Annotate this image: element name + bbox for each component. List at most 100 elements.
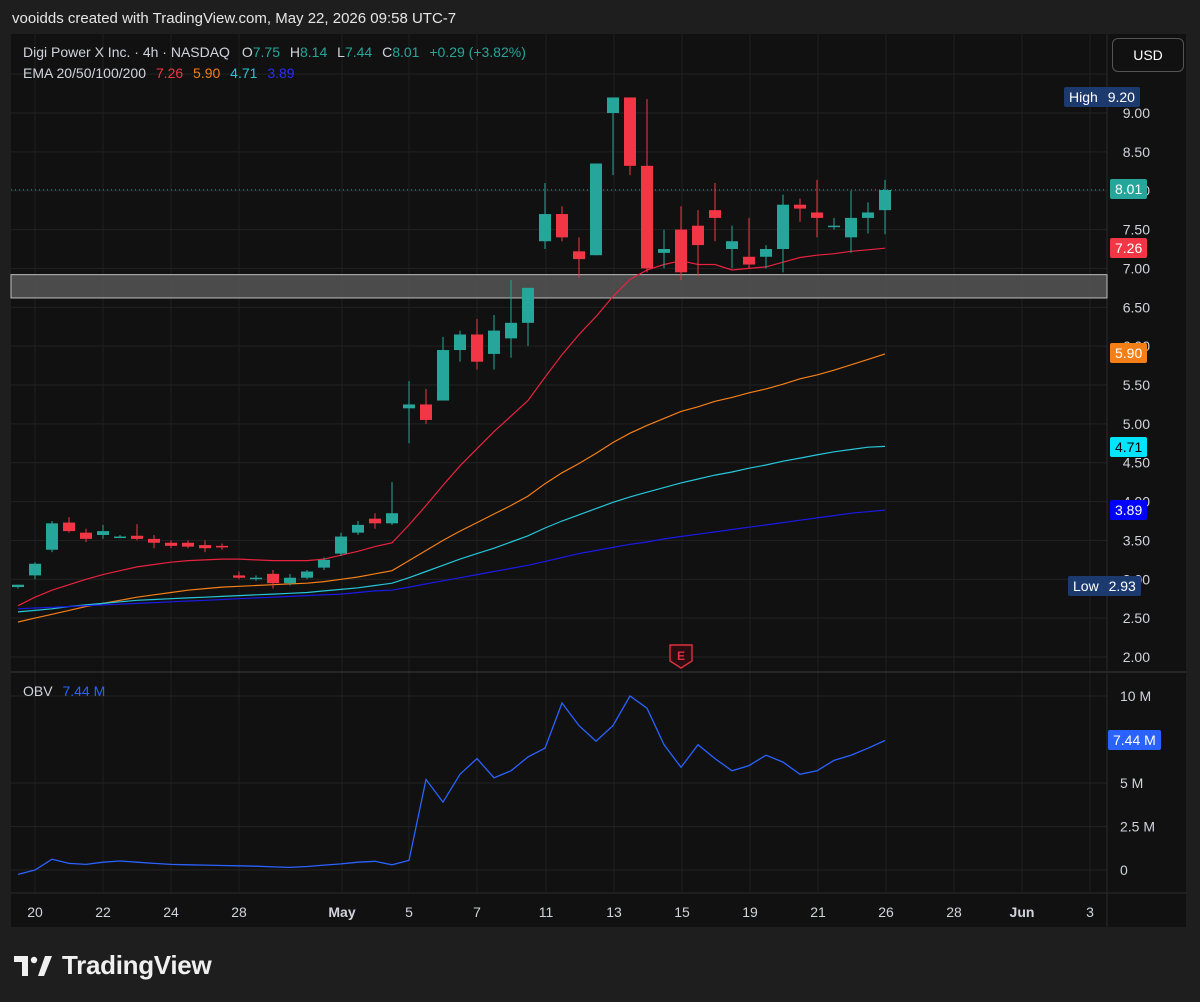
candle-body [114,536,126,539]
ema20-value: 7.26 [155,65,184,81]
ema200-tag: 3.89 [1110,500,1148,520]
candle-body [63,522,75,532]
candle-body [80,532,92,539]
ema-legend[interactable]: EMA 20/50/100/200 7.26 5.90 4.71 3.89 [23,65,295,81]
earnings-marker[interactable]: E [669,644,693,669]
time-axis-label: Jun [1010,904,1035,920]
candle-body [437,350,449,401]
candle-body [216,545,228,548]
time-axis-label: 21 [810,904,826,920]
candle-body [352,524,364,533]
chart-canvas[interactable]: 2.002.503.003.504.004.505.005.506.006.50… [0,0,1200,1002]
support-zone [10,274,1108,299]
price-axis-label: 2.50 [1123,610,1150,626]
price-axis-label: 2.00 [1123,649,1150,665]
high-label: H [289,44,300,60]
last-price-tag: 8.01 [1110,179,1148,199]
ema200-value: 3.89 [267,65,295,81]
open-value: 7.75 [252,44,280,60]
obv-axis-label: 5 M [1120,775,1143,791]
candle-body [97,531,109,535]
tradingview-logo[interactable]: TradingView [14,950,212,981]
symbol-legend[interactable]: Digi Power X Inc. · 4h · NASDAQ O7.75 H8… [23,44,526,60]
candle-body [726,241,738,249]
high-tag-label: High [1069,89,1098,105]
candle-body [403,404,415,409]
low-tag-label: Low [1073,578,1099,594]
candle-body [675,229,687,273]
ema-label[interactable]: EMA 20/50/100/200 [23,65,146,81]
candle-body [471,334,483,362]
low-tag-value: 2.93 [1108,578,1136,594]
candle-body [522,287,534,323]
candle-body [369,518,381,524]
time-axis-label: 11 [539,904,554,920]
candle-body [692,225,704,246]
candle-body [811,212,823,218]
candle-body [165,542,177,546]
candle-body [318,559,330,568]
ema-line-ema20 [17,247,886,607]
price-axis-label: 5.50 [1123,377,1150,393]
candle-body [828,225,840,228]
price-axis-label: 7.00 [1123,260,1150,276]
candle-body [607,97,619,113]
candle-body [131,535,143,539]
ema100-value: 4.71 [230,65,258,81]
price-axis-label: 8.50 [1123,144,1150,160]
candle-body [743,256,755,265]
low-value: 7.44 [344,44,373,60]
candle-body [556,214,568,238]
high-tag-value: 9.20 [1107,89,1135,105]
candle-body [267,573,279,584]
candle-body [182,542,194,547]
candle-body [420,404,432,420]
time-axis-label: 3 [1086,904,1094,920]
candle-body [46,523,58,550]
candle-body [539,214,551,242]
high-value: 8.14 [300,44,328,60]
low-price-tag: Low 2.93 [1068,576,1141,596]
price-axis-label: 9.00 [1123,105,1150,121]
time-axis-label: 28 [946,904,962,920]
obv-axis-label: 10 M [1120,688,1151,704]
ema50-value: 5.90 [193,65,221,81]
ema100-tag: 4.71 [1110,437,1148,457]
earnings-marker-label: E [677,649,685,663]
candle-body [505,322,517,339]
candle-body [777,204,789,249]
candle-body [29,563,41,576]
time-axis-label: 7 [473,904,481,920]
price-axis-label: 4.50 [1123,455,1150,471]
currency-button[interactable]: USD [1112,38,1184,72]
price-axis-label: 3.50 [1123,532,1150,548]
obv-legend[interactable]: OBV 7.44 M [23,683,105,699]
time-axis-label: 22 [95,904,111,920]
time-axis-label: May [328,904,355,920]
close-label: C [382,44,393,60]
change-value: +0.29 (+3.82%) [429,44,526,60]
tradingview-logo-icon [14,955,52,976]
time-axis-label: 24 [163,904,179,920]
time-axis-label: 20 [27,904,43,920]
open-label: O [241,44,253,60]
candle-body [573,251,585,260]
low-label: L [337,44,345,60]
candle-body [284,577,296,584]
obv-axis-label: 2.5 M [1120,819,1155,835]
candle-body [488,330,500,354]
ema-line-ema100 [17,445,886,613]
close-value: 8.01 [392,44,420,60]
candle-body [250,577,262,580]
time-axis-label: 13 [606,904,622,920]
candle-body [862,212,874,218]
time-axis-label: 26 [878,904,894,920]
price-axis-label: 6.50 [1123,299,1150,315]
ema-line-ema200 [17,509,886,610]
candles [12,97,891,589]
candle-body [301,571,313,578]
symbol-title[interactable]: Digi Power X Inc. · 4h · NASDAQ [23,44,230,60]
candle-body [12,584,24,588]
obv-label[interactable]: OBV [23,683,53,699]
candle-body [794,204,806,209]
